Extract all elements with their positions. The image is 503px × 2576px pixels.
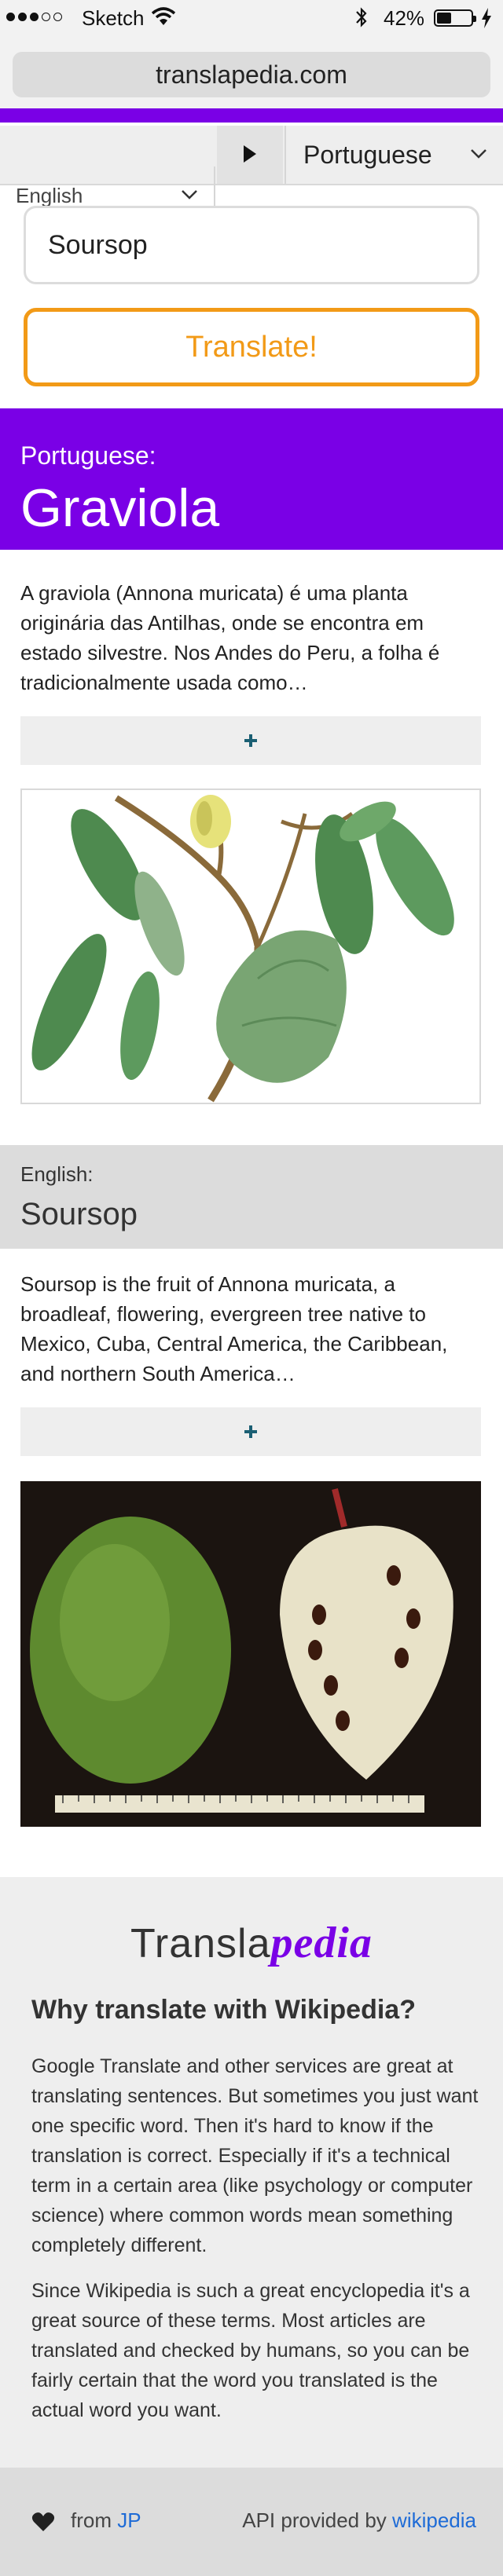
url-field[interactable]: translapedia.com (13, 52, 490, 97)
signal-strength-icon (6, 13, 62, 21)
target-language-select[interactable]: Portuguese (285, 126, 503, 184)
source-photo (20, 1481, 481, 1827)
translated-word: Graviola (20, 478, 220, 538)
source-summary: Soursop is the fruit of Annona muricata,… (20, 1272, 448, 1385)
footer: from JP API provided by wikipedia (0, 2468, 503, 2576)
charging-bolt-icon (482, 8, 491, 28)
plus-icon (244, 1425, 257, 1438)
accent-rule (0, 108, 503, 123)
translate-button[interactable]: Translate! (24, 308, 479, 386)
status-bar: Sketch 42% (0, 0, 503, 36)
wikipedia-link[interactable]: wikipedia (392, 2508, 476, 2532)
chevron-down-icon (471, 149, 486, 159)
about-paragraph: Since Wikipedia is such a great encyclop… (31, 2280, 470, 2421)
plus-icon (244, 734, 257, 747)
credit-text: from JP (71, 2508, 141, 2532)
expand-target-summary-button[interactable] (20, 716, 481, 765)
browser-url-bar: translapedia.com (0, 36, 503, 108)
source-result-header: English: Soursop (0, 1145, 503, 1249)
target-language-label: Portuguese (303, 141, 432, 169)
about-section: Translapedia Why translate with Wikipedi… (0, 1877, 503, 2468)
target-language-heading: Portuguese: (20, 441, 156, 470)
target-result-header: Portuguese: Graviola (0, 408, 503, 550)
target-summary: A graviola (Annona muricata) é uma plant… (20, 581, 440, 694)
battery-percent: 42% (384, 6, 425, 30)
source-language-label: English (16, 184, 83, 207)
author-link[interactable]: JP (117, 2508, 141, 2532)
chevron-down-icon (182, 190, 197, 199)
api-credit: API provided by wikipedia (242, 2508, 476, 2532)
carrier-name: Sketch (82, 6, 145, 30)
source-language-heading: English: (20, 1162, 94, 1186)
swap-languages-button[interactable] (217, 126, 283, 184)
play-triangle-icon (244, 145, 256, 163)
battery-icon (434, 9, 476, 27)
search-input[interactable]: Soursop (24, 206, 479, 284)
language-bar: English Portuguese (0, 126, 503, 225)
site-logo: Translapedia (130, 1919, 373, 1967)
about-heading: Why translate with Wikipedia? (31, 1995, 416, 2025)
expand-source-summary-button[interactable] (20, 1407, 481, 1456)
source-word: Soursop (20, 1197, 138, 1231)
wifi-icon (151, 7, 176, 25)
about-paragraph: Google Translate and other services are … (31, 2055, 479, 2256)
bluetooth-icon (356, 7, 367, 27)
target-illustration (20, 789, 481, 1104)
heart-icon (31, 2512, 55, 2531)
